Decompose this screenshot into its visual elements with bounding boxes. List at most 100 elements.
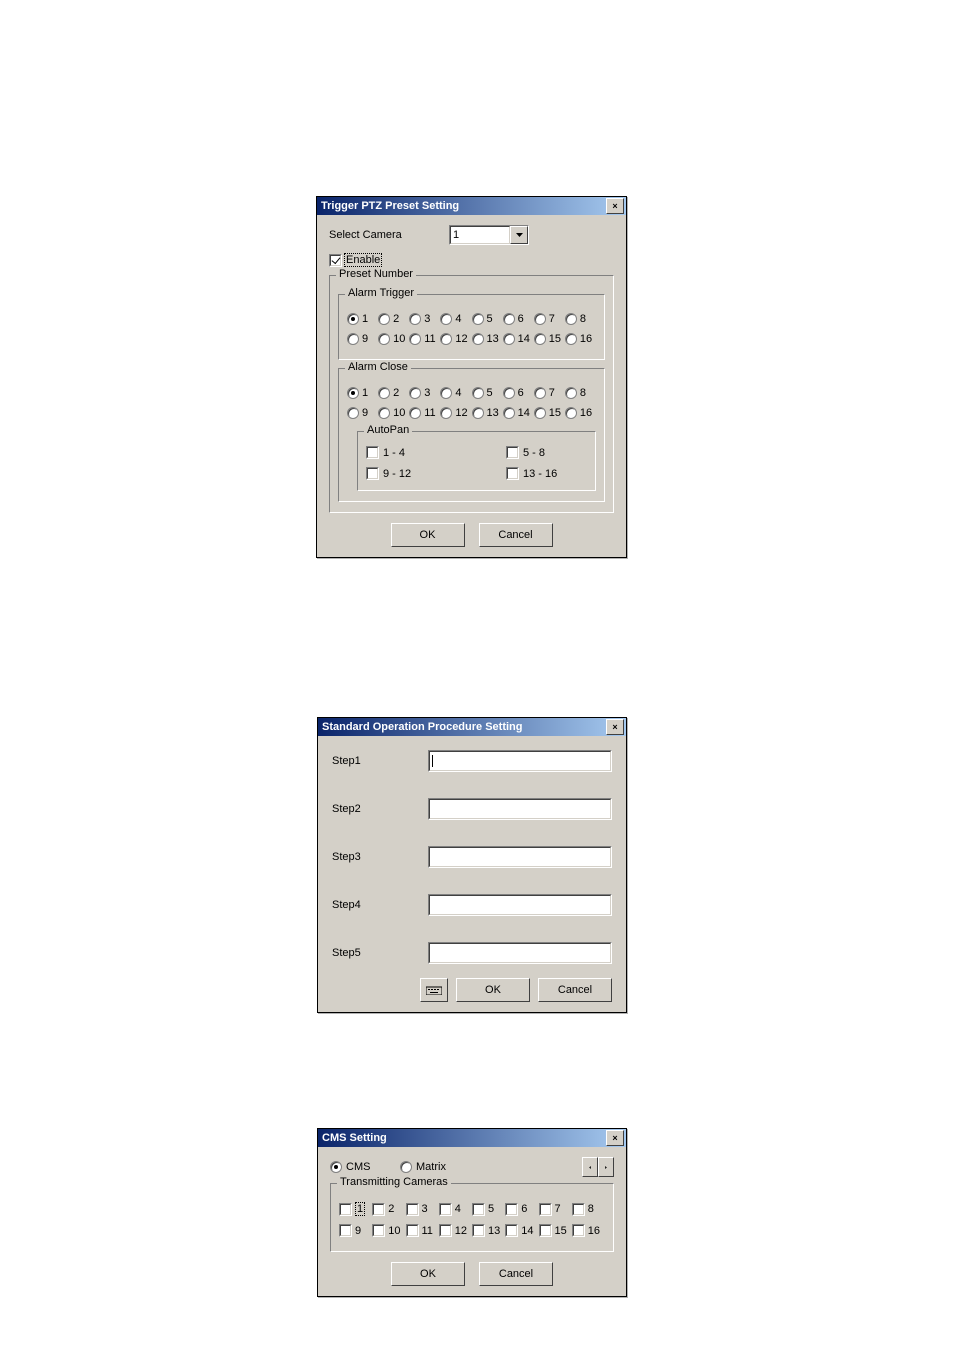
cancel-button[interactable]: Cancel — [538, 978, 612, 1002]
preset-number-group: Preset Number Alarm Trigger 1 2 3 4 5 6 … — [329, 275, 614, 513]
close-radio-7[interactable] — [534, 387, 546, 399]
step1-label: Step1 — [332, 755, 428, 767]
step2-input[interactable] — [428, 798, 612, 820]
trigger-radio-12[interactable] — [440, 333, 452, 345]
trigger-radio-6[interactable] — [503, 313, 515, 325]
camera-checkbox-16[interactable] — [572, 1224, 585, 1237]
titlebar[interactable]: Trigger PTZ Preset Setting × — [317, 197, 626, 215]
close-radio-13[interactable] — [472, 407, 484, 419]
camera-checkbox-12[interactable] — [439, 1224, 452, 1237]
camera-checkbox-5[interactable] — [472, 1203, 485, 1216]
close-icon[interactable]: × — [606, 1130, 624, 1146]
close-radio-6[interactable] — [503, 387, 515, 399]
ok-button[interactable]: OK — [391, 523, 465, 547]
ok-button[interactable]: OK — [456, 978, 530, 1002]
select-camera-value: 1 — [453, 229, 459, 241]
camera-checkbox-4[interactable] — [439, 1203, 452, 1216]
cms-dialog: CMS Setting × CMS Matrix Transmitting Ca… — [317, 1128, 627, 1297]
camera-checkbox-11[interactable] — [406, 1224, 419, 1237]
camera-checkbox-3[interactable] — [406, 1203, 419, 1216]
close-radio-1[interactable] — [347, 387, 359, 399]
step5-input[interactable] — [428, 942, 612, 964]
close-icon[interactable]: × — [606, 719, 624, 735]
step4-input[interactable] — [428, 894, 612, 916]
close-radio-2[interactable] — [378, 387, 390, 399]
trigger-radio-5[interactable] — [472, 313, 484, 325]
camera-checkbox-1[interactable] — [339, 1203, 352, 1216]
alarm-close-legend: Alarm Close — [345, 361, 411, 373]
autopan-legend: AutoPan — [364, 424, 412, 436]
autopan-checkbox-9-12[interactable] — [366, 467, 379, 480]
keyboard-icon[interactable] — [420, 978, 448, 1002]
step2-label: Step2 — [332, 803, 428, 815]
close-radio-5[interactable] — [472, 387, 484, 399]
close-radio-4[interactable] — [440, 387, 452, 399]
cms-radio[interactable] — [330, 1161, 342, 1173]
step3-input[interactable] — [428, 846, 612, 868]
trigger-radio-7[interactable] — [534, 313, 546, 325]
titlebar[interactable]: CMS Setting × — [318, 1129, 626, 1147]
arrow-right-icon[interactable] — [598, 1157, 614, 1177]
alarm-close-group: Alarm Close 1 2 3 4 5 6 7 8 9 10 11 12 1… — [338, 368, 605, 502]
trigger-radio-13[interactable] — [472, 333, 484, 345]
camera-checkbox-2[interactable] — [372, 1203, 385, 1216]
close-radio-14[interactable] — [503, 407, 515, 419]
trigger-ptz-dialog: Trigger PTZ Preset Setting × Select Came… — [316, 196, 627, 558]
camera-checkbox-9[interactable] — [339, 1224, 352, 1237]
close-radio-8[interactable] — [565, 387, 577, 399]
close-radio-12[interactable] — [440, 407, 452, 419]
camera-checkbox-7[interactable] — [539, 1203, 552, 1216]
autopan-checkbox-5-8[interactable] — [506, 446, 519, 459]
ok-button[interactable]: OK — [391, 1262, 465, 1286]
dialog-title: Standard Operation Procedure Setting — [322, 721, 606, 733]
sop-dialog: Standard Operation Procedure Setting × S… — [317, 717, 627, 1013]
trigger-radio-8[interactable] — [565, 313, 577, 325]
transmitting-cameras-legend: Transmitting Cameras — [337, 1176, 451, 1188]
enable-label: Enable — [344, 253, 382, 267]
trigger-radio-15[interactable] — [534, 333, 546, 345]
camera-checkbox-13[interactable] — [472, 1224, 485, 1237]
step5-label: Step5 — [332, 947, 428, 959]
autopan-checkbox-13-16[interactable] — [506, 467, 519, 480]
autopan-group: AutoPan 1 - 4 5 - 8 9 - 12 13 - 16 — [357, 431, 596, 491]
camera-checkbox-10[interactable] — [372, 1224, 385, 1237]
select-camera-dropdown[interactable]: 1 — [449, 225, 529, 245]
trigger-radio-2[interactable] — [378, 313, 390, 325]
close-radio-16[interactable] — [565, 407, 577, 419]
close-icon[interactable]: × — [606, 198, 624, 214]
close-radio-3[interactable] — [409, 387, 421, 399]
trigger-radio-3[interactable] — [409, 313, 421, 325]
transmitting-cameras-group: Transmitting Cameras 1 2 3 4 5 6 7 8 9 1… — [330, 1183, 614, 1252]
trigger-radio-4[interactable] — [440, 313, 452, 325]
index-spinner[interactable] — [582, 1157, 598, 1177]
close-radio-9[interactable] — [347, 407, 359, 419]
cancel-button[interactable]: Cancel — [479, 1262, 553, 1286]
chevron-down-icon[interactable] — [510, 226, 528, 244]
trigger-radio-11[interactable] — [409, 333, 421, 345]
alarm-trigger-legend: Alarm Trigger — [345, 287, 417, 299]
camera-checkbox-14[interactable] — [505, 1224, 518, 1237]
dialog-title: Trigger PTZ Preset Setting — [321, 200, 606, 212]
matrix-radio[interactable] — [400, 1161, 412, 1173]
select-camera-label: Select Camera — [329, 229, 449, 241]
titlebar[interactable]: Standard Operation Procedure Setting × — [318, 718, 626, 736]
preset-number-legend: Preset Number — [336, 268, 416, 280]
enable-checkbox[interactable] — [329, 254, 342, 267]
close-radio-11[interactable] — [409, 407, 421, 419]
trigger-radio-1[interactable] — [347, 313, 359, 325]
close-radio-15[interactable] — [534, 407, 546, 419]
trigger-radio-14[interactable] — [503, 333, 515, 345]
trigger-radio-10[interactable] — [378, 333, 390, 345]
step1-input[interactable] — [428, 750, 612, 772]
trigger-radio-9[interactable] — [347, 333, 359, 345]
autopan-checkbox-1-4[interactable] — [366, 446, 379, 459]
index-spinner-r[interactable] — [598, 1157, 614, 1177]
step3-label: Step3 — [332, 851, 428, 863]
close-radio-10[interactable] — [378, 407, 390, 419]
camera-checkbox-6[interactable] — [505, 1203, 518, 1216]
camera-checkbox-15[interactable] — [539, 1224, 552, 1237]
camera-checkbox-8[interactable] — [572, 1203, 585, 1216]
arrow-left-icon[interactable] — [582, 1157, 598, 1177]
trigger-radio-16[interactable] — [565, 333, 577, 345]
cancel-button[interactable]: Cancel — [479, 523, 553, 547]
